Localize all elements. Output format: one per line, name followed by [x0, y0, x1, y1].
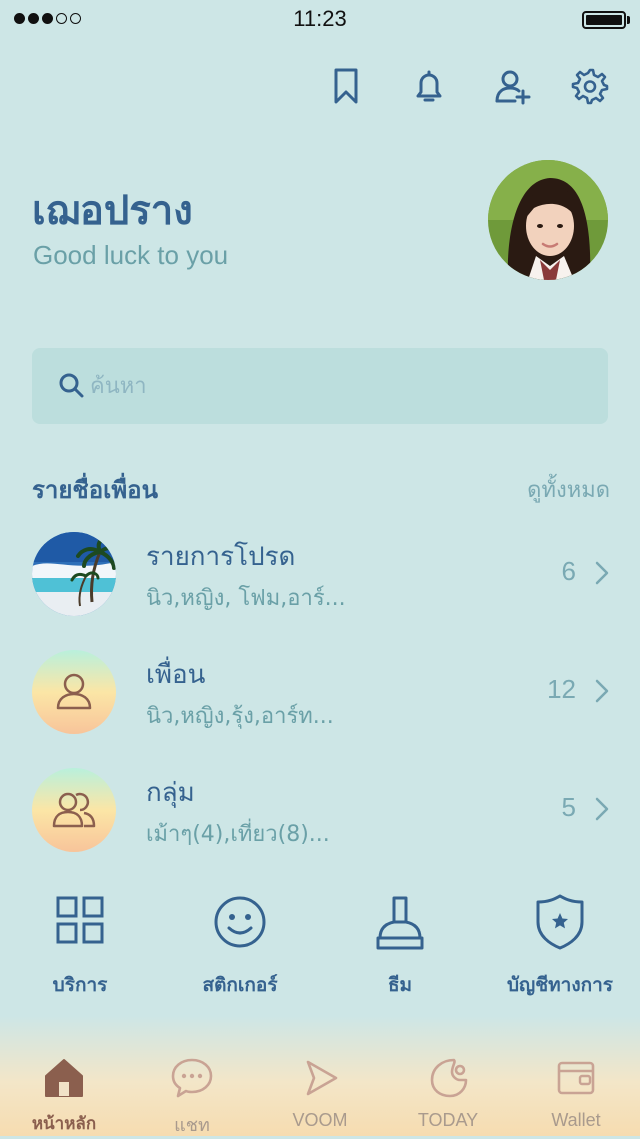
tab-home[interactable]: หน้าหลัก: [0, 1056, 128, 1136]
bell-icon: [416, 70, 442, 102]
profile-name[interactable]: เฌอปราง: [32, 178, 193, 242]
chevron-right-icon: [595, 797, 609, 821]
list-item-subtitle: นิว,หญิง,รุ้ง,อาร์ท...: [146, 704, 334, 729]
search-bar[interactable]: [32, 348, 608, 424]
list-item-count: 6: [561, 556, 576, 586]
search-icon: [59, 373, 84, 398]
bookmark-button[interactable]: [324, 64, 368, 108]
battery-icon: [582, 11, 626, 29]
status-time: 11:23: [293, 6, 347, 31]
tab-label: Wallet: [551, 1110, 601, 1130]
favorites-thumbnail: [32, 532, 116, 616]
list-item-title: เพื่อน: [146, 660, 206, 690]
tab-label: หน้าหลัก: [31, 1114, 97, 1134]
add-friend-icon: [495, 70, 531, 105]
list-item-subtitle: เม้าๆ(4),เที่ยว(8)...: [146, 822, 330, 847]
smiley-icon: [214, 896, 266, 948]
tab-chats[interactable]: แชท: [128, 1056, 256, 1136]
friends-section-title: รายชื่อเพื่อน: [32, 476, 158, 504]
notifications-button[interactable]: [407, 64, 451, 108]
tab-voom[interactable]: VOOM: [256, 1056, 384, 1136]
tab-label: แชท: [174, 1115, 210, 1135]
tab-wallet[interactable]: Wallet: [512, 1056, 640, 1136]
tab-today[interactable]: TODAY: [384, 1056, 512, 1136]
stickers-shortcut[interactable]: สติกเกอร์: [165, 894, 315, 1004]
list-item-count: 5: [561, 792, 576, 822]
official-accounts-shortcut[interactable]: บัญชีทางการ: [485, 894, 635, 1004]
status-bar: 11:23: [0, 0, 640, 40]
list-item-title: รายการโปรด: [146, 542, 296, 572]
list-item-groups[interactable]: กลุ่ม เม้าๆ(4),เที่ยว(8)... 5: [0, 768, 640, 868]
shortcut-label: บัญชีทางการ: [507, 974, 613, 996]
friends-thumbnail: [32, 650, 116, 734]
wallet-icon: [557, 1061, 595, 1095]
tab-label: VOOM: [292, 1110, 348, 1130]
settings-button[interactable]: [568, 64, 612, 108]
grid-icon: [56, 896, 104, 944]
home-icon: [45, 1059, 83, 1097]
avatar[interactable]: [488, 160, 608, 280]
groups-thumbnail: [32, 768, 116, 852]
list-item-title: กลุ่ม: [146, 778, 195, 808]
shortcut-label: ธีม: [387, 974, 413, 996]
themes-shortcut[interactable]: ธีม: [325, 894, 475, 1004]
bottom-tab-bar: หน้าหลัก แชท VOOM TODAY Wallet: [0, 1016, 640, 1136]
list-item-friends[interactable]: เพื่อน นิว,หญิง,รุ้ง,อาร์ท... 12: [0, 650, 640, 750]
services-shortcut[interactable]: บริการ: [5, 894, 155, 1004]
bookmark-icon: [334, 68, 358, 104]
search-input[interactable]: [90, 368, 570, 404]
see-all-link[interactable]: ดูทั้งหมด: [527, 472, 610, 507]
profile-status-message[interactable]: Good luck to you: [33, 240, 228, 271]
gear-icon: [571, 68, 609, 105]
play-icon: [306, 1060, 338, 1096]
shortcut-label: บริการ: [52, 974, 108, 996]
add-friend-button[interactable]: [490, 64, 534, 108]
list-item-subtitle: นิว,หญิง, โฟม,อาร์...: [146, 586, 346, 611]
chevron-right-icon: [595, 561, 609, 585]
list-item-favorites[interactable]: รายการโปรด นิว,หญิง, โฟม,อาร์... 6: [0, 532, 640, 632]
chat-icon: [171, 1058, 213, 1098]
shortcut-label: สติกเกอร์: [202, 974, 278, 996]
tab-label: TODAY: [417, 1110, 479, 1130]
list-item-count: 12: [547, 674, 576, 704]
brush-icon: [376, 896, 424, 950]
chevron-right-icon: [595, 679, 609, 703]
moon-icon: [430, 1058, 468, 1098]
shield-star-icon: [536, 894, 584, 950]
